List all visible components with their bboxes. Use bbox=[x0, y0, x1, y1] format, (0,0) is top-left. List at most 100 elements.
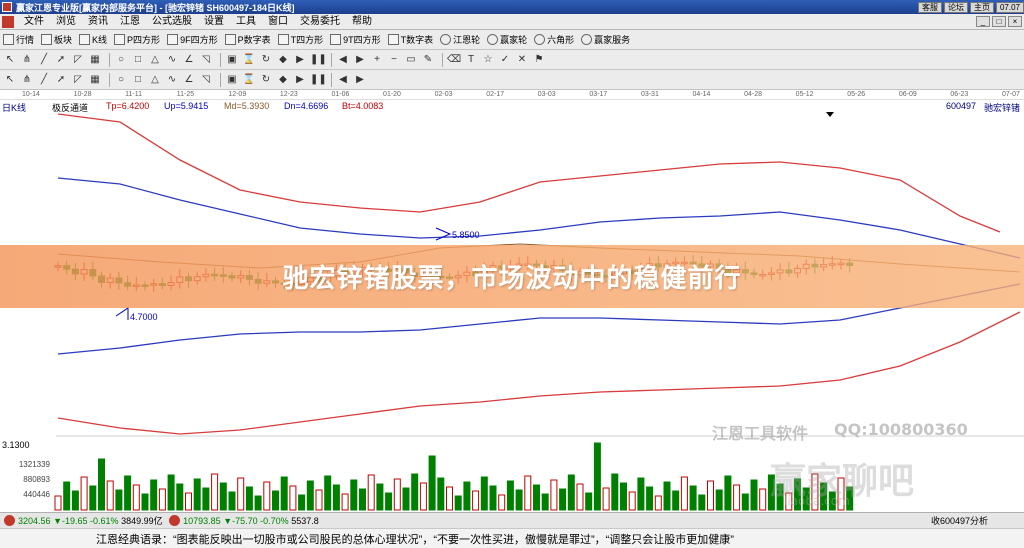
service-button[interactable]: 客服 bbox=[917, 1, 942, 13]
toolbar-button[interactable]: T数字表 bbox=[387, 33, 434, 46]
square-icon[interactable]: □ bbox=[131, 73, 145, 87]
cursor-marker-icon bbox=[826, 112, 834, 117]
pencil-icon[interactable]: ✎ bbox=[421, 53, 435, 67]
menu-formula[interactable]: 公式选股 bbox=[146, 14, 198, 30]
arrow-up-icon[interactable]: ↖ bbox=[3, 73, 17, 87]
channel-icon[interactable]: ∿ bbox=[165, 73, 179, 87]
close-icon[interactable]: × bbox=[1008, 16, 1022, 27]
fan-icon[interactable]: ◸ bbox=[71, 53, 85, 67]
service-icon bbox=[581, 34, 593, 45]
diamond-icon[interactable]: ◆ bbox=[276, 53, 290, 67]
text-icon[interactable]: T bbox=[464, 53, 478, 67]
toolbar-button[interactable]: 江恩轮 bbox=[440, 33, 480, 46]
box-icon[interactable]: ▣ bbox=[225, 53, 239, 67]
spiral-icon[interactable]: ╱ bbox=[37, 73, 51, 87]
menu-tools[interactable]: 工具 bbox=[230, 14, 262, 30]
gann-fan-icon[interactable]: ◹ bbox=[199, 53, 213, 67]
toolbar-button[interactable]: 板块 bbox=[41, 33, 72, 46]
angle-icon[interactable]: ➚ bbox=[54, 73, 68, 87]
hexagon-icon bbox=[534, 34, 546, 45]
volume-bar bbox=[324, 475, 332, 511]
toolbar-button[interactable]: T四方形 bbox=[277, 33, 323, 46]
volume-bar bbox=[689, 485, 697, 511]
grid-icon[interactable]: ▣ bbox=[225, 73, 239, 87]
volume-bar bbox=[158, 488, 166, 511]
toolbar-button[interactable]: P四方形 bbox=[114, 33, 160, 46]
toolbar-button[interactable]: 行情 bbox=[3, 33, 34, 46]
pivot-icon[interactable]: ○ bbox=[114, 73, 128, 87]
square-icon[interactable]: □ bbox=[131, 53, 145, 67]
fork-icon[interactable]: ⋔ bbox=[20, 53, 34, 67]
volume-bar bbox=[741, 493, 749, 511]
arrow-icon[interactable]: ➚ bbox=[54, 53, 68, 67]
menu-settings[interactable]: 设置 bbox=[198, 14, 230, 30]
toolbar-button[interactable]: 9T四方形 bbox=[330, 33, 381, 46]
pause-icon[interactable]: ❚❚ bbox=[310, 53, 327, 67]
lines-icon[interactable]: △ bbox=[148, 73, 162, 87]
wave-icon[interactable]: ∿ bbox=[165, 53, 179, 67]
check-icon[interactable]: ✓ bbox=[498, 53, 512, 67]
toolbar-button[interactable]: 赢家服务 bbox=[581, 33, 630, 46]
analysis-label[interactable]: 收600497分析 bbox=[931, 514, 988, 527]
cycle-icon[interactable]: ↻ bbox=[259, 53, 273, 67]
date-tick-label: 12-23 bbox=[279, 91, 298, 98]
eraser-icon[interactable]: ⌫ bbox=[447, 53, 461, 67]
cycle-icon[interactable]: ⌛ bbox=[242, 73, 256, 87]
date-button[interactable]: 07.07 bbox=[995, 1, 1024, 13]
bar-icon[interactable]: ▦ bbox=[88, 73, 102, 87]
toolbar-button[interactable]: P数字表 bbox=[224, 33, 271, 46]
toolbar-button[interactable]: 9F四方形 bbox=[167, 33, 218, 46]
volume-bar bbox=[472, 490, 480, 511]
cross-icon[interactable]: ∠ bbox=[182, 73, 196, 87]
time-icon[interactable]: ⌛ bbox=[242, 53, 256, 67]
volume-bar bbox=[315, 489, 323, 511]
left-arrow-icon[interactable]: ◀ bbox=[336, 53, 350, 67]
toolbar-button-label: T数字表 bbox=[400, 35, 434, 45]
wheel2-icon bbox=[487, 34, 499, 45]
arc-icon[interactable]: ↻ bbox=[259, 73, 273, 87]
box-icon[interactable]: ◆ bbox=[276, 73, 290, 87]
star-icon[interactable]: ☆ bbox=[481, 53, 495, 67]
ruler-icon[interactable]: ▭ bbox=[404, 53, 418, 67]
time-icon[interactable]: ▶ bbox=[293, 73, 307, 87]
circle-icon[interactable]: ○ bbox=[114, 53, 128, 67]
forum-button[interactable]: 论坛 bbox=[943, 1, 968, 13]
menu-browse[interactable]: 浏览 bbox=[50, 14, 82, 30]
maximize-icon[interactable]: □ bbox=[992, 16, 1006, 27]
toolbar-separator bbox=[220, 72, 221, 87]
zoom-out-icon[interactable]: − bbox=[387, 53, 401, 67]
menu-info[interactable]: 资讯 bbox=[82, 14, 114, 30]
menu-file[interactable]: 文件 bbox=[18, 14, 50, 30]
menu-gann[interactable]: 江恩 bbox=[114, 14, 146, 30]
bt-value: Bt=4.0083 bbox=[342, 101, 384, 111]
triangle-icon[interactable]: △ bbox=[148, 53, 162, 67]
line-icon[interactable]: ╱ bbox=[37, 53, 51, 67]
low-marker bbox=[115, 307, 129, 320]
toolbar-button[interactable]: 六角形 bbox=[534, 33, 574, 46]
grid-icon[interactable]: ▦ bbox=[88, 53, 102, 67]
cross-icon[interactable]: ✕ bbox=[515, 53, 529, 67]
wave-icon[interactable]: ◸ bbox=[71, 73, 85, 87]
flag-icon[interactable]: ⚑ bbox=[532, 53, 546, 67]
toolbar-button[interactable]: 赢家轮 bbox=[487, 33, 527, 46]
cursor-icon[interactable]: ↖ bbox=[3, 53, 17, 67]
volume-axis: 1321339 880893 440446 bbox=[0, 436, 56, 512]
volume-bar bbox=[150, 479, 158, 511]
home-button[interactable]: 主页 bbox=[969, 1, 994, 13]
right-arrow-icon[interactable]: ▶ bbox=[353, 53, 367, 67]
menu-trade[interactable]: 交易委托 bbox=[294, 14, 346, 30]
zoom-in-icon[interactable]: + bbox=[370, 53, 384, 67]
menu-window[interactable]: 窗口 bbox=[262, 14, 294, 30]
circle-icon[interactable]: ▶ bbox=[353, 73, 367, 87]
fan-icon[interactable]: ◹ bbox=[199, 73, 213, 87]
minimize-icon[interactable]: _ bbox=[976, 16, 990, 27]
gann-angle-icon[interactable]: ∠ bbox=[182, 53, 196, 67]
headline-banner: 驰宏锌锗股票，市场波动中的稳健前行 bbox=[0, 245, 1024, 308]
play-icon[interactable]: ▶ bbox=[293, 53, 307, 67]
fork-icon[interactable]: ⋔ bbox=[20, 73, 34, 87]
date-tick-label: 06-09 bbox=[898, 91, 917, 98]
toolbar-button[interactable]: K线 bbox=[79, 33, 107, 46]
pie-icon[interactable]: ◀ bbox=[336, 73, 350, 87]
menu-help[interactable]: 帮助 bbox=[346, 14, 378, 30]
star-icon[interactable]: ❚❚ bbox=[310, 73, 327, 87]
